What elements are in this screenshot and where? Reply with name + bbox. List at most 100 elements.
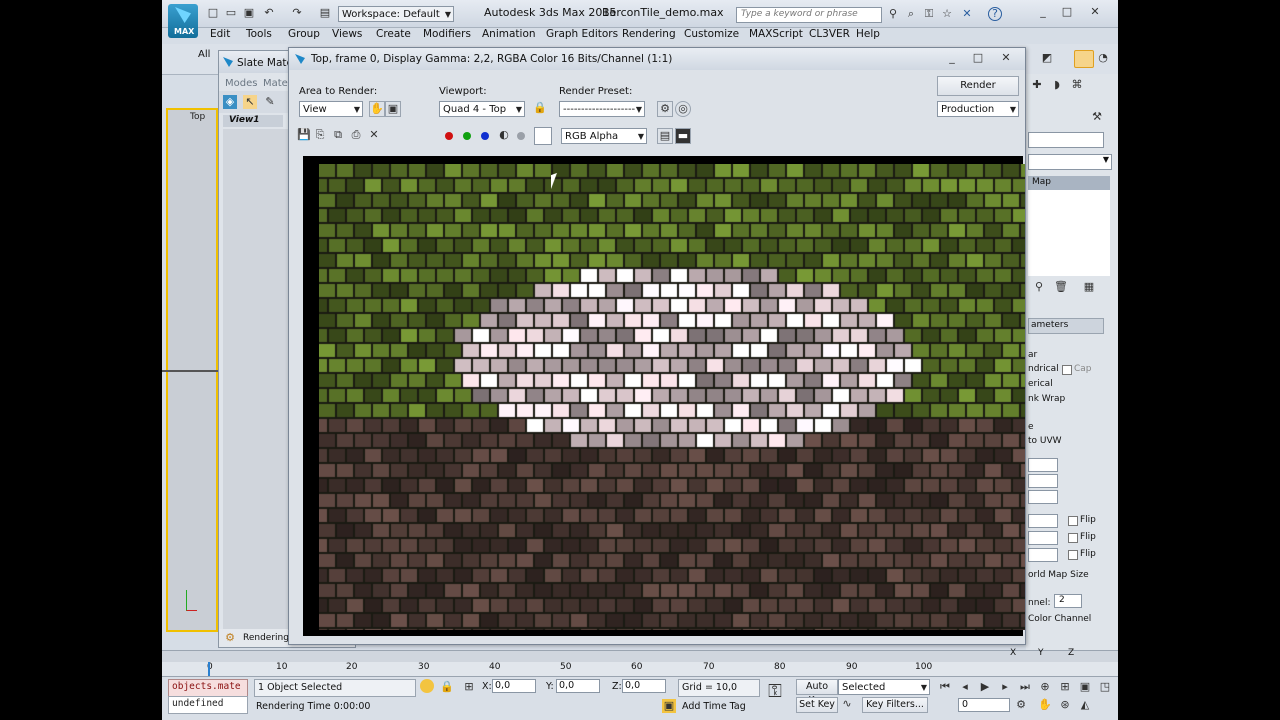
add-time-tag-label[interactable]: Add Time Tag <box>682 701 746 712</box>
x-coord-field[interactable]: 0,0 <box>492 679 536 693</box>
slate-menu-material[interactable]: Mate <box>263 78 288 89</box>
utilities-tab-icon[interactable]: ⚒ <box>1090 110 1104 124</box>
maxscript-listener-line2[interactable]: undefined <box>168 696 248 714</box>
subscription-icon[interactable]: ⚿ <box>922 7 936 21</box>
slate-tool-icon[interactable]: ✎ <box>263 95 277 109</box>
remove-modifier-icon[interactable]: 🗑 <box>1054 280 1068 294</box>
configure-modifier-icon[interactable]: ▦ <box>1082 280 1096 294</box>
mapping-option-box[interactable]: e <box>1028 422 1034 432</box>
menu-item-help[interactable]: Help <box>856 28 880 40</box>
render-close-icon[interactable]: ✕ <box>999 51 1013 65</box>
open-file-icon[interactable]: ▭ <box>224 6 238 20</box>
blue-channel-icon[interactable] <box>481 132 489 140</box>
menu-item-tools[interactable]: Tools <box>246 28 272 40</box>
y-coord-field[interactable]: 0,0 <box>556 679 600 693</box>
set-key-button[interactable]: Set Key <box>796 697 838 713</box>
play-icon[interactable]: ▶ <box>978 680 992 694</box>
render-frame-window[interactable]: Top, frame 0, Display Gamma: 2,2, RGBA C… <box>288 47 1026 645</box>
w-flip-checkbox[interactable] <box>1068 550 1078 560</box>
menu-item-modifiers[interactable]: Modifiers <box>423 28 471 40</box>
mapping-option-xform-to-uvw[interactable]: to UVW <box>1028 436 1062 446</box>
time-slider-handle[interactable] <box>208 662 210 676</box>
maximize-viewport-icon[interactable]: ◳ <box>1098 680 1112 694</box>
lock-viewport-icon[interactable]: 🔒 <box>533 101 547 115</box>
render-minimize-icon[interactable]: _ <box>945 51 959 65</box>
max-app-button[interactable]: MAX <box>168 4 198 38</box>
goto-start-icon[interactable]: ⏮ <box>938 680 952 694</box>
create-tab-icon[interactable]: ✚ <box>1030 78 1044 92</box>
print-image-icon[interactable]: ⎙ <box>349 128 363 142</box>
color-swatch[interactable] <box>534 127 552 145</box>
green-channel-icon[interactable] <box>463 132 471 140</box>
mapping-option-planar[interactable]: ar <box>1028 350 1037 360</box>
pin-stack-icon[interactable]: ⚲ <box>1032 280 1046 294</box>
add-time-tag-icon[interactable]: ▣ <box>662 699 676 713</box>
zoom-icon[interactable]: ⊕ <box>1038 680 1052 694</box>
toggle-ui-overlays-icon[interactable]: ▤ <box>657 128 673 144</box>
red-channel-icon[interactable] <box>445 132 453 140</box>
viewport-divider[interactable] <box>162 370 218 372</box>
axis-y-option[interactable]: Y <box>1038 648 1044 658</box>
u-flip-checkbox[interactable] <box>1068 516 1078 526</box>
render-setup-icon[interactable]: ◔ <box>1096 51 1110 65</box>
mapping-option-shrink-wrap[interactable]: nk Wrap <box>1028 394 1065 404</box>
render-title-bar[interactable]: Top, frame 0, Display Gamma: 2,2, RGBA C… <box>289 48 1025 70</box>
object-name-field[interactable] <box>1028 132 1104 148</box>
undo-icon[interactable]: ↶ <box>262 6 276 20</box>
environment-icon[interactable]: ◎ <box>675 101 691 117</box>
clone-frame-icon[interactable]: ⧉ <box>331 128 345 142</box>
viewport-dropdown[interactable]: Quad 4 - Top ▼ <box>439 101 525 117</box>
viewport-label-top[interactable]: Top <box>190 112 205 122</box>
menu-item-group[interactable]: Group <box>288 28 320 40</box>
vertex-color-channel-label[interactable]: Color Channel <box>1028 614 1091 624</box>
render-button[interactable]: Render <box>937 76 1019 96</box>
modifier-stack-item[interactable]: Map <box>1028 176 1110 190</box>
exchange-x-icon[interactable]: ✕ <box>960 7 974 21</box>
mapping-option-cylindrical[interactable]: ndrical <box>1028 364 1059 374</box>
menu-item-maxscript[interactable]: MAXScript <box>749 28 803 40</box>
menu-item-cl3ver[interactable]: CL3VER <box>809 28 850 40</box>
zoom-all-icon[interactable]: ⊞ <box>1058 680 1072 694</box>
cap-checkbox[interactable] <box>1062 365 1072 375</box>
search-icon[interactable]: ⌕ <box>904 7 918 21</box>
teapot-render-icon[interactable] <box>1074 50 1094 68</box>
current-frame-field[interactable]: 0 <box>958 698 1010 712</box>
search-input[interactable]: Type a keyword or phrase <box>741 9 858 19</box>
trackbar[interactable]: 0 10 20 30 40 50 60 70 80 90 100 <box>162 662 1118 676</box>
u-tile-spinner[interactable] <box>1028 514 1058 528</box>
menu-item-animation[interactable]: Animation <box>482 28 536 40</box>
render-setup-icon[interactable]: ⚙ <box>657 101 673 117</box>
orbit-icon[interactable]: ⊛ <box>1058 698 1072 712</box>
auto-key-button[interactable]: Auto Key <box>796 679 838 706</box>
render-mode-dropdown[interactable]: Production ▼ <box>937 101 1019 117</box>
key-filters-button[interactable]: Key Filters... <box>862 697 928 713</box>
render-frame-icon[interactable]: ◩ <box>1040 51 1054 65</box>
maximize-icon[interactable]: □ <box>1060 5 1074 19</box>
save-image-icon[interactable]: 💾 <box>297 128 311 142</box>
copy-image-icon[interactable]: ⎘ <box>313 128 327 142</box>
selection-lock-icon[interactable]: 🔒 <box>440 680 454 694</box>
auto-region-icon[interactable]: ▣ <box>385 101 401 117</box>
hierarchy-tab-icon[interactable]: ⌘ <box>1070 78 1084 92</box>
toggle-ui-icon[interactable]: ▬ <box>675 128 691 144</box>
menu-item-rendering[interactable]: Rendering <box>622 28 676 40</box>
slate-menu-modes[interactable]: Modes <box>225 78 257 89</box>
save-file-icon[interactable]: ▣ <box>242 6 256 20</box>
channel-display-dropdown[interactable]: RGB Alpha ▼ <box>561 128 647 144</box>
zoom-extents-icon[interactable]: ▣ <box>1078 680 1092 694</box>
w-tile-spinner[interactable] <box>1028 548 1058 562</box>
area-to-render-dropdown[interactable]: View ▼ <box>299 101 363 117</box>
minimize-icon[interactable]: _ <box>1036 5 1050 19</box>
set-key-filter-icon[interactable]: ∿ <box>840 697 854 711</box>
menu-item-customize[interactable]: Customize <box>684 28 739 40</box>
next-frame-icon[interactable]: ▸ <box>998 680 1012 694</box>
pan-icon[interactable]: ✋ <box>1038 698 1052 712</box>
modify-tab-icon[interactable]: ◗ <box>1050 78 1064 92</box>
maxscript-listener-line1[interactable]: objects.mate <box>168 679 248 697</box>
absolute-mode-icon[interactable]: ⊞ <box>462 680 476 694</box>
v-tile-spinner[interactable] <box>1028 531 1058 545</box>
key-mode-icon[interactable]: ⚿ <box>768 683 782 701</box>
selection-filter-all[interactable]: All <box>198 49 210 60</box>
slate-view-tab[interactable]: View1 <box>223 115 283 127</box>
length-spinner[interactable] <box>1028 458 1058 472</box>
